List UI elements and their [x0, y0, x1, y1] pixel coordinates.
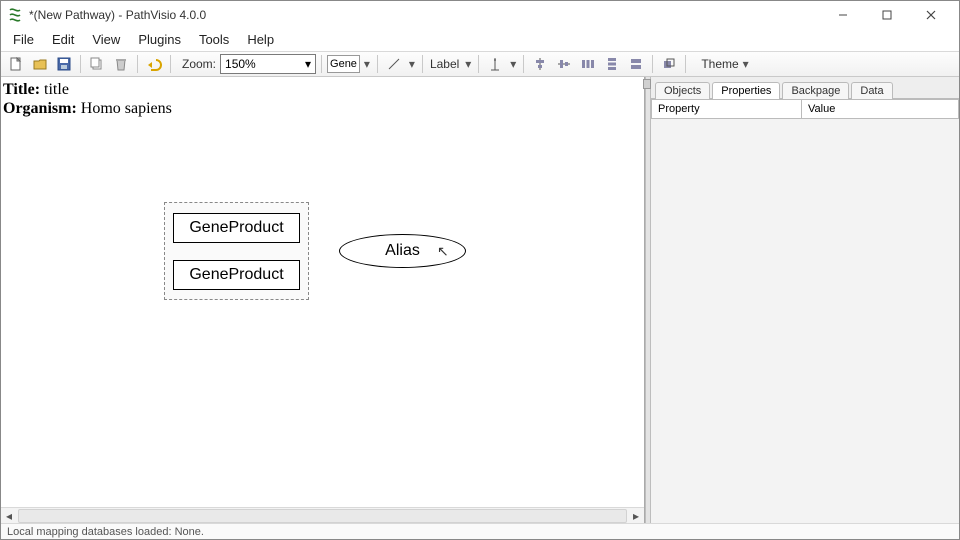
- toolbar: Zoom: 150% ▾ Gene ▾ ▾ Label ▾ ▾ Theme ▾: [1, 51, 959, 77]
- column-value[interactable]: Value: [801, 99, 959, 119]
- tab-data[interactable]: Data: [851, 82, 892, 99]
- stack-icon[interactable]: [625, 53, 647, 75]
- cursor-icon: ↖: [437, 243, 449, 260]
- zoom-label: Zoom:: [182, 57, 216, 71]
- datanode-tool[interactable]: Gene: [327, 55, 360, 73]
- statusbar-text: Local mapping databases loaded: None.: [7, 526, 204, 538]
- title-label: Title:: [3, 81, 40, 98]
- anchor-tool-icon[interactable]: [484, 53, 506, 75]
- open-file-icon[interactable]: [29, 53, 51, 75]
- tab-properties[interactable]: Properties: [712, 82, 780, 99]
- scroll-left-icon[interactable]: ◂: [1, 508, 17, 524]
- column-property[interactable]: Property: [651, 99, 801, 119]
- organism-label: Organism:: [3, 100, 77, 117]
- delete-icon[interactable]: [110, 53, 132, 75]
- datanode-dropdown[interactable]: ▾: [362, 57, 372, 71]
- label-tool[interactable]: Label: [428, 57, 461, 71]
- anchor-tool-dropdown[interactable]: ▾: [508, 57, 518, 71]
- theme-dropdown[interactable]: ▾: [741, 57, 751, 71]
- save-file-icon[interactable]: [53, 53, 75, 75]
- copy-icon[interactable]: [86, 53, 108, 75]
- distribute-v-icon[interactable]: [601, 53, 623, 75]
- theme-label: Theme: [701, 57, 738, 71]
- gene-product-node-1[interactable]: GeneProduct: [173, 213, 300, 243]
- minimize-button[interactable]: [821, 3, 865, 27]
- organism-value[interactable]: Homo sapiens: [81, 100, 172, 117]
- menu-help[interactable]: Help: [239, 30, 282, 49]
- undo-icon[interactable]: [143, 53, 165, 75]
- align-center-h-icon[interactable]: [529, 53, 551, 75]
- zoom-value: 150%: [225, 57, 256, 71]
- gene-product-node-2[interactable]: GeneProduct: [173, 260, 300, 290]
- menu-plugins[interactable]: Plugins: [130, 30, 189, 49]
- properties-table: Property Value: [651, 99, 959, 523]
- splitter-handle-icon[interactable]: [643, 79, 651, 89]
- menu-view[interactable]: View: [84, 30, 128, 49]
- distribute-h-icon[interactable]: [577, 53, 599, 75]
- side-tabs: Objects Properties Backpage Data: [651, 77, 959, 99]
- window-title: *(New Pathway) - PathVisio 4.0.0: [29, 8, 206, 22]
- close-button[interactable]: [909, 3, 953, 27]
- new-file-icon[interactable]: [5, 53, 27, 75]
- align-center-v-icon[interactable]: [553, 53, 575, 75]
- label-tool-dropdown[interactable]: ▾: [463, 57, 473, 71]
- chevron-down-icon: ▾: [305, 57, 311, 71]
- app-icon: [7, 7, 23, 23]
- line-tool-icon[interactable]: [383, 53, 405, 75]
- menu-file[interactable]: File: [5, 30, 42, 49]
- menu-bar: File Edit View Plugins Tools Help: [1, 29, 959, 51]
- menu-tools[interactable]: Tools: [191, 30, 237, 49]
- line-tool-dropdown[interactable]: ▾: [407, 57, 417, 71]
- pathway-canvas[interactable]: GeneProduct GeneProduct Alias ↖: [1, 118, 644, 507]
- order-icon[interactable]: [658, 53, 680, 75]
- splitter[interactable]: [645, 77, 651, 523]
- scroll-right-icon[interactable]: ▸: [628, 508, 644, 524]
- maximize-button[interactable]: [865, 3, 909, 27]
- tab-objects[interactable]: Objects: [655, 82, 710, 99]
- horizontal-scrollbar[interactable]: ◂ ▸: [1, 507, 644, 523]
- zoom-select[interactable]: 150% ▾: [220, 54, 316, 74]
- menu-edit[interactable]: Edit: [44, 30, 82, 49]
- pathway-info: Title: title Organism: Homo sapiens: [1, 77, 644, 118]
- tab-backpage[interactable]: Backpage: [782, 82, 849, 99]
- title-value[interactable]: title: [44, 81, 69, 98]
- scroll-track[interactable]: [18, 509, 627, 523]
